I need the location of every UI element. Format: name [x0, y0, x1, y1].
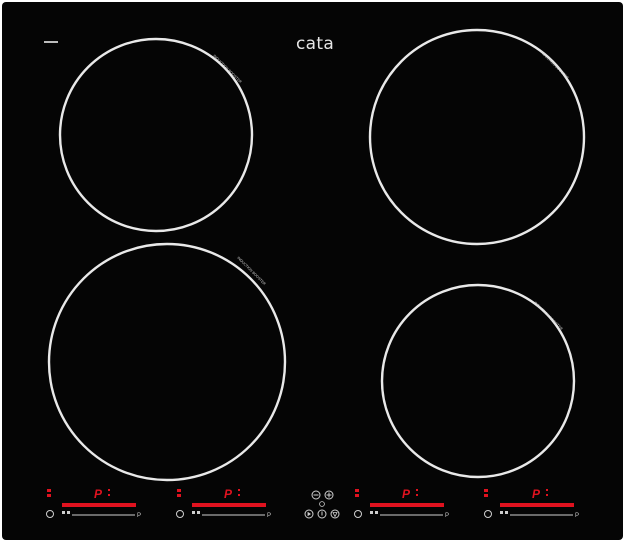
decimal-dot [108, 489, 110, 491]
zone-select-icon[interactable] [370, 511, 373, 514]
decimal-dot [416, 489, 418, 491]
boost-icon[interactable]: P [445, 513, 449, 519]
zone-indicator-dot [355, 494, 359, 497]
zone-select-icon[interactable] [197, 511, 200, 514]
zone-indicator-dot [484, 494, 488, 497]
power-display: P [532, 487, 541, 501]
decimal-dot [546, 489, 548, 491]
boost-icon[interactable]: P [137, 513, 141, 519]
brand-logo: cata [296, 34, 335, 54]
decimal-dot [238, 494, 240, 496]
boost-icon[interactable]: P [575, 513, 579, 519]
zone-select-icon[interactable] [62, 511, 65, 514]
power-slider-fill[interactable] [192, 503, 266, 507]
zone-indicator-dot [484, 489, 488, 492]
zone-select-icon[interactable] [192, 511, 195, 514]
bottom-edge [0, 540, 625, 550]
zone-indicator-dot [177, 494, 181, 497]
induction-cooktop: INDUCTION BOOSTER INDUCTION BOOSTER INDU… [2, 2, 623, 540]
power-display: P [224, 487, 233, 501]
power-slider-fill[interactable] [62, 503, 136, 507]
power-display: P [94, 487, 103, 501]
decimal-dot [416, 494, 418, 496]
zone-indicator-dot [355, 489, 359, 492]
power-display: P [402, 487, 411, 501]
zone-select-icon[interactable] [375, 511, 378, 514]
power-slider-fill[interactable] [370, 503, 444, 507]
glass-surface [2, 2, 623, 540]
decimal-dot [238, 489, 240, 491]
boost-icon[interactable]: P [267, 513, 271, 519]
zone-select-icon[interactable] [500, 511, 503, 514]
zone-select-icon[interactable] [67, 511, 70, 514]
top-indicator [44, 41, 58, 43]
zone-indicator-dot [47, 494, 51, 497]
zone-indicator-dot [47, 489, 51, 492]
power-slider-fill[interactable] [500, 503, 574, 507]
decimal-dot [108, 494, 110, 496]
zone-indicator-dot [177, 489, 181, 492]
decimal-dot [546, 494, 548, 496]
zone-select-icon[interactable] [505, 511, 508, 514]
